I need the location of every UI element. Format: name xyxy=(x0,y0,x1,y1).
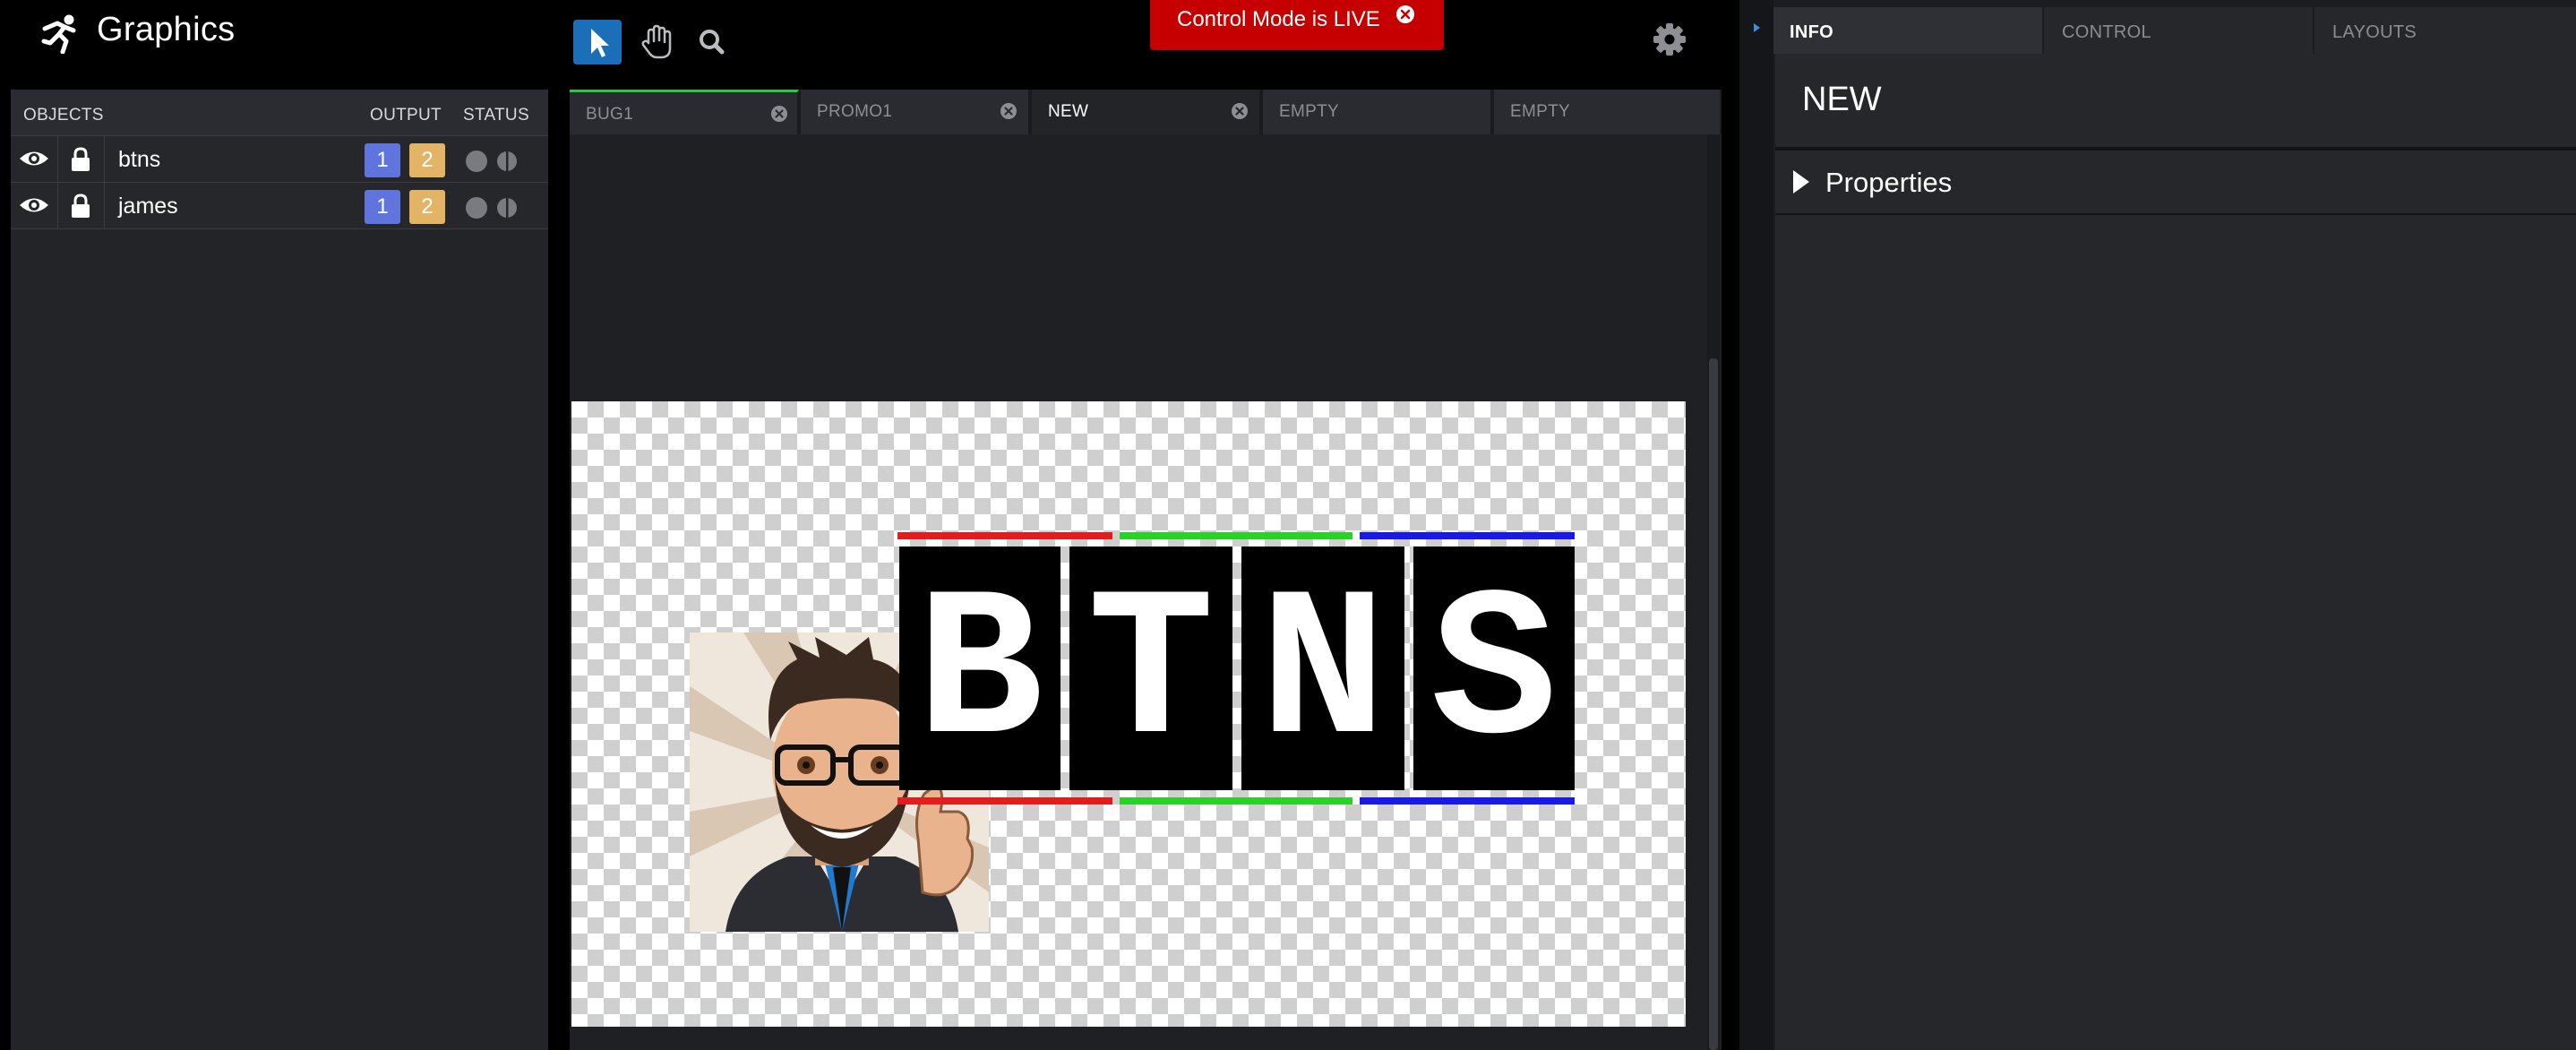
tab-label: LAYOUTS xyxy=(2332,22,2417,42)
status-column-header[interactable]: STATUS xyxy=(463,106,529,125)
pan-tool-button[interactable] xyxy=(632,20,681,65)
properties-section-toggle[interactable]: Properties xyxy=(1775,151,2576,215)
tab-empty-2[interactable]: EMPTY xyxy=(1494,90,1722,134)
status-dot-icon xyxy=(466,151,487,172)
btns-logo[interactable]: B T N S xyxy=(897,530,1576,810)
inspector-collapse-gutter[interactable] xyxy=(1739,0,1773,1050)
tab-label: INFO xyxy=(1790,22,1833,42)
tab-label: EMPTY xyxy=(1510,102,1570,121)
app-logo-icon xyxy=(41,14,76,54)
tab-empty-1[interactable]: EMPTY xyxy=(1263,90,1492,134)
inspector-body xyxy=(1775,215,2576,1050)
cursor-arrow-icon xyxy=(591,29,609,57)
tab-control[interactable]: CONTROL xyxy=(2046,7,2314,54)
output-1-toggle[interactable]: 1 xyxy=(365,190,400,224)
properties-label[interactable]: Properties xyxy=(1825,167,1952,199)
lock-icon[interactable] xyxy=(70,194,91,219)
expand-arrow-icon[interactable] xyxy=(1754,23,1760,32)
logo-letter-b: B xyxy=(916,555,1043,795)
object-name[interactable]: james xyxy=(118,194,178,219)
output-column-header[interactable]: OUTPUT xyxy=(370,106,442,125)
live-mode-banner: Control Mode is LIVE xyxy=(1150,0,1444,50)
object-row[interactable]: james 1 2 xyxy=(11,183,548,229)
caret-right-icon[interactable] xyxy=(1793,170,1809,194)
objects-panel: OBJECTS OUTPUT STATUS btns 1 2 james 1 2 xyxy=(11,90,548,1050)
layout-tabs: BUG1 PROMO1 NEW EMPTY EMPTY xyxy=(570,90,1722,134)
close-icon[interactable] xyxy=(770,105,788,123)
lock-icon[interactable] xyxy=(70,147,91,172)
tab-layouts[interactable]: LAYOUTS xyxy=(2316,7,2576,54)
output-2-toggle[interactable]: 2 xyxy=(409,190,445,224)
logo-letter-s: S xyxy=(1430,555,1558,795)
tab-label: CONTROL xyxy=(2062,22,2151,42)
inspector-tabs: INFO CONTROL LAYOUTS xyxy=(1773,7,2576,54)
logo-letter-n: N xyxy=(1259,555,1387,795)
close-icon[interactable] xyxy=(1231,102,1249,120)
tab-promo1[interactable]: PROMO1 xyxy=(801,90,1030,134)
logo-letter-t: T xyxy=(1087,555,1215,795)
tab-label: PROMO1 xyxy=(817,102,893,121)
select-tool-button[interactable] xyxy=(573,20,622,65)
gear-icon[interactable] xyxy=(1648,18,1691,61)
status-half-icon xyxy=(497,197,517,219)
eye-icon[interactable] xyxy=(18,147,50,170)
zoom-tool-button[interactable] xyxy=(688,20,736,65)
app-header: Graphics xyxy=(0,0,548,90)
app-title: Graphics xyxy=(97,11,236,48)
tab-new[interactable]: NEW xyxy=(1032,90,1261,134)
search-icon xyxy=(700,30,725,55)
info-header: NEW xyxy=(1775,54,2576,151)
objects-column-header[interactable]: OBJECTS xyxy=(23,106,104,125)
object-name[interactable]: btns xyxy=(118,147,160,173)
layout-name: NEW xyxy=(1802,81,1882,118)
tab-label: NEW xyxy=(1048,102,1089,121)
eye-icon[interactable] xyxy=(18,194,50,217)
hand-icon xyxy=(641,24,672,59)
tab-label: EMPTY xyxy=(1279,102,1339,121)
status-dot-icon xyxy=(466,197,487,219)
stage-footer xyxy=(570,1027,1707,1050)
objects-header: OBJECTS OUTPUT STATUS xyxy=(11,90,548,136)
output-2-toggle[interactable]: 2 xyxy=(409,143,445,177)
tab-info[interactable]: INFO xyxy=(1773,7,2044,54)
tab-label: BUG1 xyxy=(586,105,633,124)
object-row[interactable]: btns 1 2 xyxy=(11,136,548,183)
close-icon[interactable] xyxy=(1395,4,1415,24)
stage-scrollbar-thumb[interactable] xyxy=(1709,358,1718,1050)
status-half-icon xyxy=(497,151,517,172)
live-mode-text: Control Mode is LIVE xyxy=(1177,7,1380,31)
close-icon[interactable] xyxy=(1000,102,1018,120)
tab-bug1[interactable]: BUG1 xyxy=(570,90,799,134)
output-1-toggle[interactable]: 1 xyxy=(365,143,400,177)
